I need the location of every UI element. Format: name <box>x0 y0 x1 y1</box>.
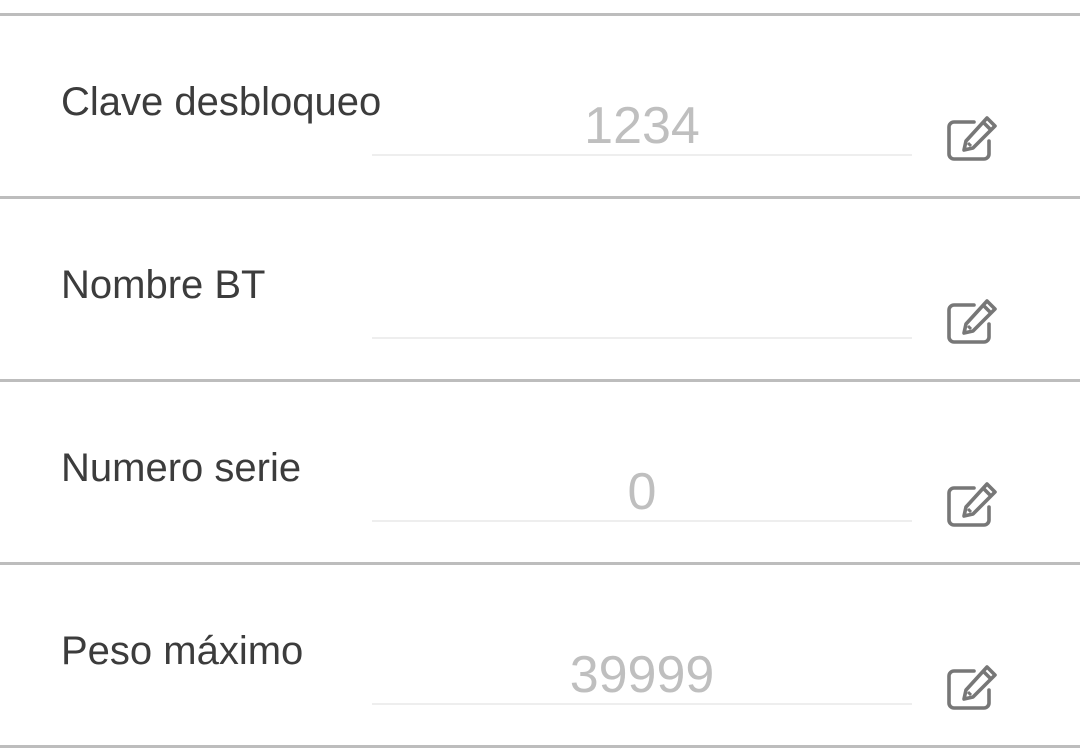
edit-button[interactable] <box>944 482 998 530</box>
setting-label: Numero serie <box>61 446 302 490</box>
setting-value-field[interactable] <box>372 279 912 339</box>
edit-button[interactable] <box>944 665 998 713</box>
setting-value: 0 <box>627 463 657 521</box>
setting-label: Clave desbloqueo <box>61 80 382 124</box>
setting-label: Nombre BT <box>61 263 266 307</box>
field-underline <box>372 337 912 339</box>
edit-icon <box>947 299 997 344</box>
edit-icon <box>947 665 997 710</box>
field-underline <box>372 154 912 156</box>
setting-row-numero-serie: Numero serie 0 <box>0 382 1080 562</box>
setting-value: 39999 <box>569 646 715 704</box>
setting-row-peso-maximo: Peso máximo 39999 <box>0 565 1080 745</box>
edit-button[interactable] <box>944 116 998 164</box>
field-underline <box>372 520 912 522</box>
edit-button[interactable] <box>944 299 998 347</box>
settings-list: Clave desbloqueo 1234 Nombre BT Numero s… <box>0 0 1080 748</box>
setting-value-field[interactable]: 1234 <box>372 96 912 156</box>
setting-value-field[interactable]: 0 <box>372 462 912 522</box>
edit-icon <box>947 116 997 161</box>
setting-value-field[interactable]: 39999 <box>372 645 912 705</box>
setting-row-nombre-bt: Nombre BT <box>0 199 1080 379</box>
field-underline <box>372 703 912 705</box>
edit-icon <box>947 482 997 527</box>
setting-value: 1234 <box>584 97 700 155</box>
setting-label: Peso máximo <box>61 629 304 673</box>
setting-row-clave-desbloqueo: Clave desbloqueo 1234 <box>0 16 1080 196</box>
